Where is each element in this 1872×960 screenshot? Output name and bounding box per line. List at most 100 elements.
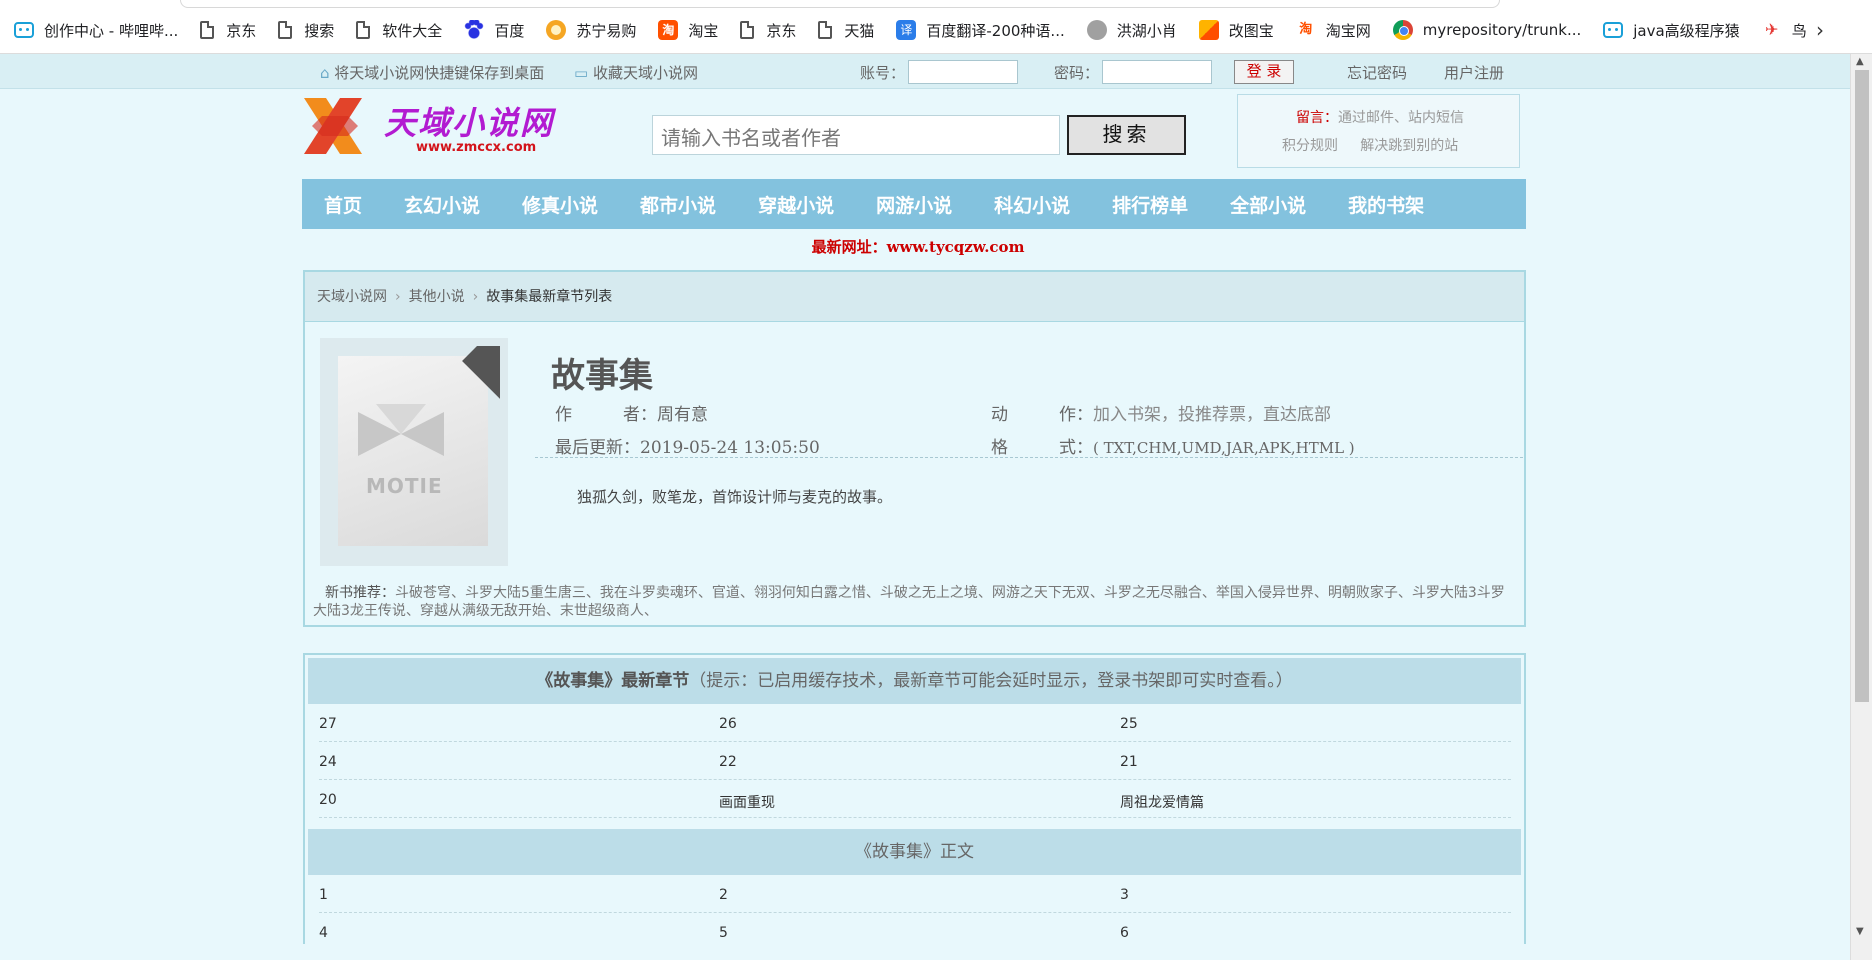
notice-box: 留言：通过邮件、站内短信 积分规则 解决跳到别的站 (1237, 94, 1520, 168)
bookmark-item[interactable]: 淘淘宝 (658, 18, 718, 42)
chevron-right-icon[interactable]: › (1816, 18, 1824, 42)
login-button[interactable]: 登 录 (1234, 60, 1294, 84)
nav-item-home[interactable]: 首页 (324, 191, 362, 218)
format-list: ( TXT,CHM,UMD,JAR,APK,HTML ) (1093, 439, 1355, 457)
password-label: 密码： (1054, 64, 1100, 82)
register-link[interactable]: 用户注册 (1444, 62, 1504, 83)
book-info-box: 天域小说网 › 其他小说 › 故事集最新章节列表 MOTIE 连载中 故事集 作 者：周… (303, 270, 1526, 627)
logo-x-icon (304, 98, 362, 154)
folder-icon: ▭ (574, 64, 593, 82)
latest-chapters-hint: （提示：已启用缓存技术，最新章节可能会延时显示，登录书架即可实时查看。） (689, 671, 1293, 691)
bookmark-item[interactable]: 洪湖小肖 (1086, 18, 1177, 42)
recommend-label: 新书推荐： (325, 585, 395, 601)
new-url-notice: 最新网址：www.tycqzw.com (811, 238, 1025, 256)
chapter-link[interactable]: 22 (719, 754, 737, 770)
notice-message-link[interactable]: 通过邮件、站内短信 (1338, 110, 1464, 126)
breadcrumb-category[interactable]: 其他小说 (409, 289, 465, 305)
recommend-links[interactable]: 斗破苍穹、斗罗大陆5重生唐三、我在斗罗卖魂环、官道、翎羽何知白露之惜、斗破之无上… (313, 585, 1505, 619)
scroll-up-icon[interactable]: ▲ (1856, 56, 1864, 67)
bookmark-item[interactable]: 译百度翻译-200种语... (896, 18, 1065, 42)
nav-item-xiuzhen[interactable]: 修真小说 (522, 191, 598, 218)
bookmark-item[interactable]: 软件大全 (356, 18, 442, 42)
search-button[interactable]: 搜索 (1067, 115, 1186, 155)
search-input[interactable]: 请输入书名或者作者 (652, 115, 1060, 155)
chapter-link[interactable]: 20 (319, 792, 337, 808)
chapter-link[interactable]: 周祖龙爱情篇 (1120, 792, 1204, 812)
bookmark-item[interactable]: 淘淘宝网 (1296, 18, 1371, 42)
bookmark-item[interactable]: 苏宁易购 (546, 18, 636, 42)
nav-item-kehuan[interactable]: 科幻小说 (994, 191, 1070, 218)
table-row: 1 2 3 (319, 875, 1511, 913)
chapter-link[interactable]: 21 (1120, 754, 1138, 770)
book-intro: 独孤久剑，败笔龙，首饰设计师与麦克的故事。 (577, 488, 893, 506)
lion-icon (546, 20, 567, 40)
jump-fix-link[interactable]: 解决跳到别的站 (1360, 138, 1458, 154)
chapter-link[interactable]: 24 (319, 754, 337, 770)
chapter-link[interactable]: 画面重现 (719, 792, 775, 812)
breadcrumb-separator-icon: › (472, 289, 479, 305)
breadcrumb-home[interactable]: 天域小说网 (317, 289, 387, 305)
notice-label: 留言： (1296, 110, 1338, 126)
author-row: 作 者：周有意 (555, 405, 708, 425)
bookmark-item[interactable]: 搜索 (278, 18, 334, 42)
recommend-list: 新书推荐：斗破苍穹、斗罗大陆5重生唐三、我在斗罗卖魂环、官道、翎羽何知白露之惜、… (313, 584, 1518, 620)
site-logo[interactable]: 天域小说网 www.zmccx.com (300, 96, 570, 158)
page-scrollbar[interactable]: ▲ ▼ (1850, 54, 1872, 960)
nav-item-wangyou[interactable]: 网游小说 (876, 191, 952, 218)
status-ribbon: 连载中 (462, 346, 500, 460)
account-input[interactable] (908, 60, 1018, 84)
body-chapters-header: 《故事集》正文 (308, 829, 1521, 875)
book-cover: MOTIE 连载中 (320, 338, 508, 566)
favorite-link[interactable]: ▭ 收藏天域小说网 (574, 62, 698, 83)
chapter-link[interactable]: 4 (319, 925, 328, 941)
nav-item-bookshelf[interactable]: 我的书架 (1348, 191, 1424, 218)
chapter-link[interactable]: 27 (319, 716, 337, 732)
doc-icon (740, 21, 755, 39)
divider (535, 457, 1523, 458)
forgot-password-link[interactable]: 忘记密码 (1347, 62, 1407, 83)
chapter-link[interactable]: 3 (1120, 887, 1129, 903)
chapter-link[interactable]: 2 (719, 887, 728, 903)
bookmarks-bar: 创作中心 - 哔哩哔... 京东 搜索 软件大全 百度 苏宁易购 淘淘宝 京东 … (0, 0, 1872, 54)
bookmark-item[interactable]: 百度 (464, 18, 524, 42)
chapter-link[interactable]: 5 (719, 925, 728, 941)
taobaowang-icon: 淘 (1299, 22, 1313, 37)
bookmark-item[interactable]: 京东 (740, 18, 796, 42)
book-title: 故事集 (551, 356, 653, 396)
chapter-link[interactable]: 6 (1120, 925, 1129, 941)
home-icon: ⌂ (320, 64, 335, 82)
breadcrumb-current: 故事集最新章节列表 (486, 289, 613, 305)
bookmark-item[interactable]: java高级程序猿 (1603, 18, 1740, 42)
bookmark-item[interactable]: myrepository/trunk... (1392, 18, 1581, 42)
bookmark-item[interactable]: 天猫 (818, 18, 874, 42)
logo-url: www.zmccx.com (416, 140, 537, 155)
scroll-down-icon[interactable]: ▼ (1856, 926, 1864, 937)
logo-title: 天域小说网 (384, 104, 555, 142)
nav-item-chuanyue[interactable]: 穿越小说 (758, 191, 834, 218)
paw-icon (464, 20, 485, 40)
chapter-link[interactable]: 26 (719, 716, 737, 732)
action-links[interactable]: 加入书架，投推荐票，直达底部 (1093, 405, 1331, 425)
bookmark-item[interactable]: 京东 (200, 18, 256, 42)
chapter-link[interactable]: 25 (1120, 716, 1138, 732)
doc-icon (200, 21, 215, 39)
bookmark-item[interactable]: 改图宝 (1198, 18, 1274, 42)
nav-item-ranking[interactable]: 排行榜单 (1112, 191, 1188, 218)
chapter-link[interactable]: 1 (319, 887, 328, 903)
doc-icon (356, 21, 371, 39)
gaitubao-icon (1198, 20, 1219, 40)
nav-item-dushi[interactable]: 都市小说 (640, 191, 716, 218)
bookmark-item[interactable]: 创作中心 - 哔哩哔... (14, 18, 178, 42)
password-input[interactable] (1102, 60, 1212, 84)
points-rules-link[interactable]: 积分规则 (1282, 138, 1338, 154)
save-to-desktop-link[interactable]: ⌂ 将天域小说网快捷键保存到桌面 (320, 62, 544, 83)
chrome-icon (1392, 20, 1413, 40)
action-row: 动 作：加入书架，投推荐票，直达底部 (991, 405, 1331, 425)
nav-item-xuanhuan[interactable]: 玄幻小说 (404, 191, 480, 218)
author-name: 周有意 (657, 405, 708, 425)
bookmark-item[interactable]: ✈ 鸟 (1762, 18, 1807, 42)
nav-item-all[interactable]: 全部小说 (1230, 191, 1306, 218)
scrollbar-thumb[interactable] (1855, 70, 1869, 702)
updated-row: 最后更新：2019-05-24 13:05:50 (555, 438, 820, 458)
doc-icon (818, 21, 833, 39)
